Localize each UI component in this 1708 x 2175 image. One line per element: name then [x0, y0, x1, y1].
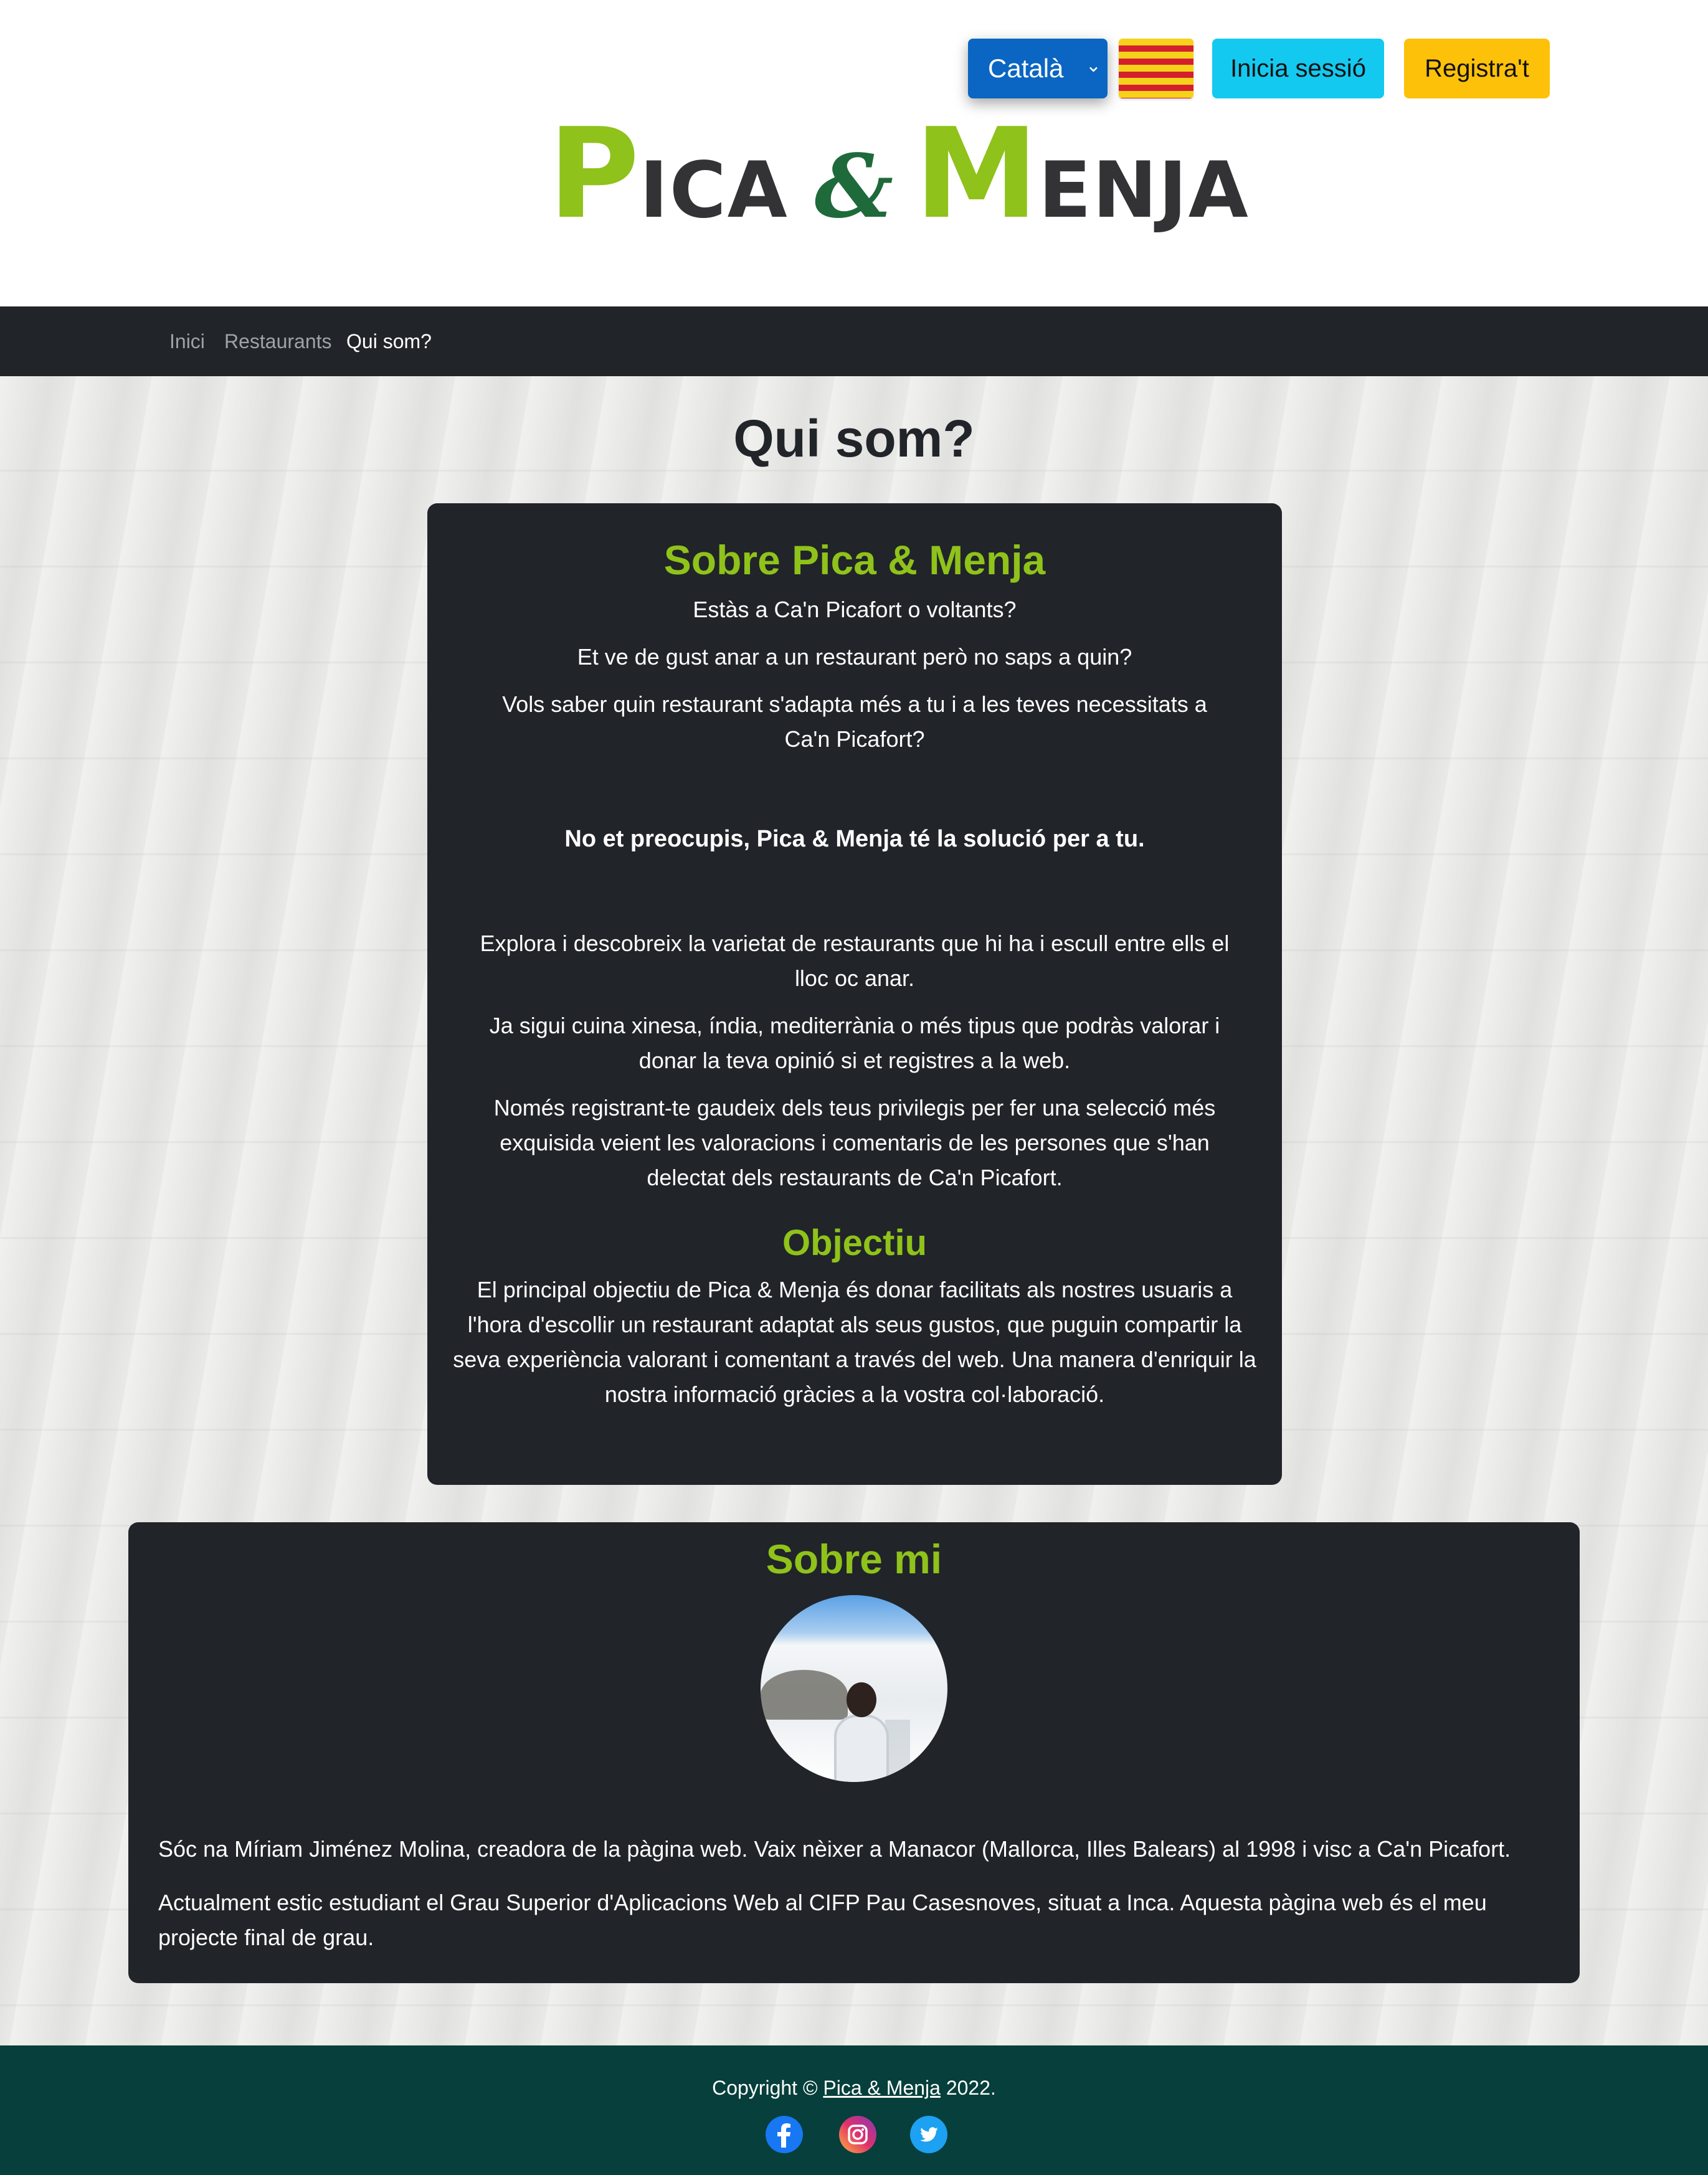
main-nav: Inici Restaurants Qui som? — [0, 306, 1708, 376]
avatar-background-rocks — [761, 1670, 848, 1720]
logo-letter-m: M — [914, 102, 1039, 247]
twitter-icon[interactable] — [909, 2115, 948, 2154]
site-footer: Copyright © Pica & Menja 2022. — [0, 2045, 1708, 2175]
nav-item-restaurants[interactable]: Restaurants — [224, 330, 332, 353]
about-me-paragraph: Sóc na Míriam Jiménez Molina, creadora d… — [158, 1836, 1511, 1862]
register-button[interactable]: Registra't — [1404, 39, 1550, 98]
nav-item-inici[interactable]: Inici — [169, 330, 205, 353]
avatar-person-body — [834, 1715, 889, 1783]
logo-letter-p: P — [548, 102, 640, 247]
about-heading: Sobre Pica & Menja — [663, 537, 1046, 583]
facebook-icon[interactable] — [765, 2115, 804, 2154]
about-paragraph: Et ve de gust anar a un restaurant però … — [577, 644, 1132, 670]
facebook-icon-graphic — [766, 2116, 803, 2153]
logo-text-ica: ICA — [639, 146, 789, 235]
about-paragraph: Vols saber quin restaurant s'adapta més … — [502, 691, 1207, 752]
language-select-value: Català — [988, 54, 1064, 83]
about-paragraph: Ja sigui cuina xinesa, índia, mediterràn… — [489, 1013, 1220, 1074]
site-header: Català ⌄ Inicia sessió Registra't P ICA … — [0, 0, 1708, 306]
about-highlight: No et preocupis, Pica & Menja té la solu… — [564, 826, 1145, 853]
about-me-heading: Sobre mi — [766, 1536, 942, 1582]
about-card: Sobre Pica & Menja Estàs a Ca'n Picafort… — [427, 503, 1282, 1485]
avatar — [761, 1595, 947, 1783]
about-paragraph: Estàs a Ca'n Picafort o voltants? — [693, 597, 1017, 623]
copyright-suffix: 2022. — [940, 2077, 996, 2099]
twitter-icon-graphic — [910, 2116, 947, 2153]
copyright-prefix: Copyright © — [712, 2077, 823, 2099]
copyright: Copyright © Pica & Menja 2022. — [0, 2077, 1708, 2100]
avatar-person-head — [847, 1682, 876, 1718]
copyright-link[interactable]: Pica & Menja — [823, 2077, 941, 2099]
catalan-flag-icon[interactable] — [1119, 39, 1193, 98]
about-me-paragraph: Actualment estic estudiant el Grau Super… — [158, 1890, 1487, 1951]
nav-item-qui-som[interactable]: Qui som? — [346, 330, 432, 353]
login-button[interactable]: Inicia sessió — [1212, 39, 1384, 98]
instagram-icon-graphic — [839, 2116, 876, 2153]
about-me-card: Sobre mi Sóc na Míriam Jiménez Molina, c… — [128, 1522, 1580, 1983]
site-logo[interactable]: P ICA & M ENJA — [548, 102, 1248, 247]
about-paragraph: Explora i descobreix la varietat de rest… — [480, 931, 1230, 992]
logo-ampersand: & — [814, 136, 894, 238]
about-paragraph: Només registrant-te gaudeix dels teus pr… — [493, 1095, 1216, 1191]
chevron-down-icon: ⌄ — [1085, 55, 1101, 76]
main-content: Qui som? Sobre Pica & Menja Estàs a Ca'n… — [0, 376, 1708, 2045]
objective-heading: Objectiu — [782, 1223, 928, 1264]
logo-text-enja: ENJA — [1038, 146, 1250, 235]
instagram-icon[interactable] — [838, 2115, 877, 2154]
language-select[interactable]: Català ⌄ — [968, 39, 1108, 98]
objective-text: El principal objectiu de Pica & Menja és… — [453, 1276, 1256, 1407]
page-title: Qui som? — [733, 409, 975, 468]
avatar-background-tree — [885, 1720, 910, 1783]
